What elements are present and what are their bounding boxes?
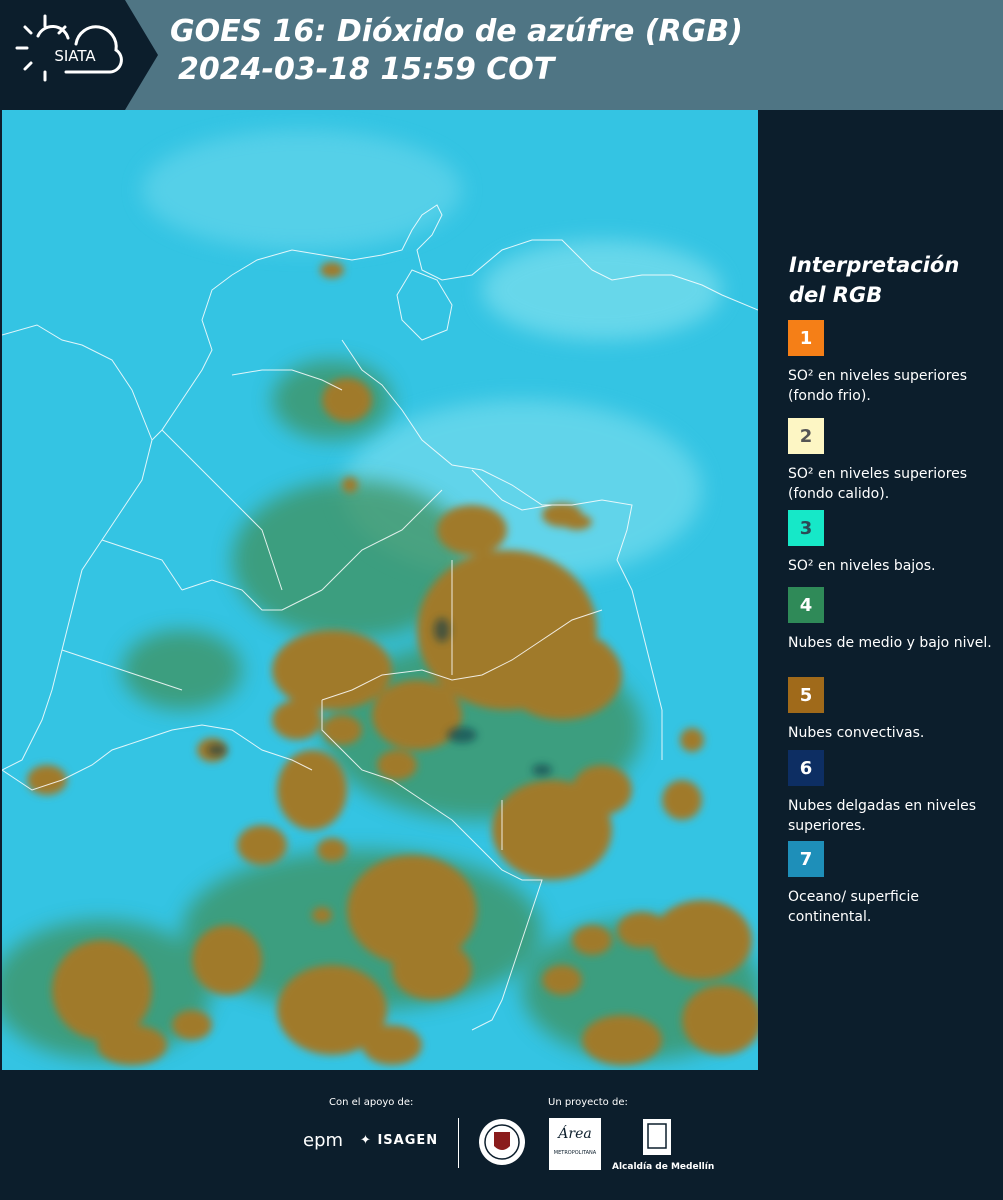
legend-title: Interpretación del RGB	[789, 253, 960, 307]
support-label: Con el apoyo de:	[329, 1097, 414, 1108]
footer-divider	[458, 1118, 459, 1168]
legend-item-1: 1 SO² en niveles superiores (fondo frio)…	[788, 320, 998, 406]
isagen-logo-text: ISAGEN	[377, 1133, 439, 1148]
siata-logo-text: SIATA	[54, 47, 96, 65]
siata-logo: SIATA	[0, 0, 158, 110]
legend-item-2: 2 SO² en niveles superiores (fondo calid…	[788, 418, 998, 504]
legend-number-3: 3	[799, 517, 813, 539]
legend-swatch-5: 5	[788, 677, 824, 713]
legend-label-6: Nubes delgadas en niveles superiores.	[788, 798, 977, 834]
legend-number-1: 1	[799, 327, 813, 349]
legend-item-4: 4 Nubes de medio y bajo nivel.	[788, 587, 998, 653]
legend-swatch-1: 1	[788, 320, 824, 356]
area-logo-subtext: METROPOLITANA	[553, 1150, 597, 1156]
legend-swatch-2: 2	[788, 418, 824, 454]
legend-label-7: Oceano/ superficie continental.	[788, 889, 919, 925]
legend-number-4: 4	[799, 594, 813, 616]
legend-label-1: SO² en niveles superiores (fondo frio).	[788, 368, 968, 404]
alcaldia-medellin-logo: Alcaldía de Medellín	[612, 1118, 715, 1178]
legend-item-7: 7 Oceano/ superficie continental.	[788, 841, 998, 927]
legend-item-3: 3 SO² en niveles bajos.	[788, 510, 998, 576]
legend-label-4: Nubes de medio y bajo nivel.	[788, 635, 992, 651]
legend-item-6: 6 Nubes delgadas en niveles superiores.	[788, 750, 998, 836]
page-title: GOES 16: Dióxido de azúfre (RGB)	[170, 14, 743, 49]
legend-item-5: 5 Nubes convectivas.	[788, 677, 998, 743]
legend-number-6: 6	[799, 757, 813, 779]
legend-number-2: 2	[799, 425, 813, 447]
legend-label-2: SO² en niveles superiores (fondo calido)…	[788, 466, 968, 502]
legend-number-5: 5	[799, 684, 813, 706]
isagen-star-icon: ✦	[360, 1133, 372, 1148]
project-label: Un proyecto de:	[548, 1097, 628, 1108]
legend-swatch-7: 7	[788, 841, 824, 877]
epm-logo: epm	[303, 1130, 344, 1151]
legend-swatch-6: 6	[788, 750, 824, 786]
medellin-seal-logo	[479, 1119, 525, 1165]
alcaldia-logo-text: Alcaldía de Medellín	[612, 1162, 715, 1172]
legend-panel: Interpretación del RGB 1 SO² en niveles …	[760, 110, 1003, 1070]
satellite-map	[2, 110, 758, 1070]
legend-swatch-4: 4	[788, 587, 824, 623]
header-bar: SIATA GOES 16: Dióxido de azúfre (RGB) 2…	[0, 0, 1003, 110]
legend-label-5: Nubes convectivas.	[788, 725, 925, 741]
area-logo-text: Área	[558, 1126, 592, 1142]
legend-number-7: 7	[799, 848, 813, 870]
isagen-logo: ✦ ISAGEN	[360, 1133, 438, 1148]
area-metropolitana-logo: Área METROPOLITANA	[549, 1118, 601, 1170]
legend-swatch-3: 3	[788, 510, 824, 546]
legend-label-3: SO² en niveles bajos.	[788, 558, 936, 574]
timestamp: 2024-03-18 15:59 COT	[178, 52, 555, 87]
coat-of-arms-icon	[643, 1119, 671, 1155]
footer: Con el apoyo de: Un proyecto de: epm ✦ I…	[0, 1070, 1003, 1200]
